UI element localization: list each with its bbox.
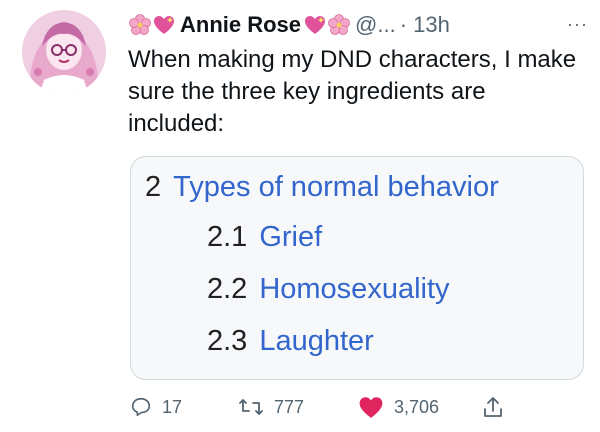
toc-subsection[interactable]: 2.1 Grief — [207, 221, 322, 254]
retweet-button[interactable]: 777 — [238, 392, 304, 422]
toc-subsection-number: 2.3 — [207, 325, 248, 357]
toc-section-link[interactable]: Types of normal behavior — [173, 171, 499, 203]
toc-subsection-link[interactable]: Grief — [259, 221, 322, 253]
tweet-header: Annie Rose @... · 13h ··· — [128, 8, 600, 42]
avatar[interactable] — [22, 10, 106, 94]
toc-subsection-link[interactable]: Laughter — [259, 325, 374, 357]
toc-section-number: 2 — [145, 171, 162, 203]
toc-subsection[interactable]: 2.2 Homosexuality — [207, 273, 450, 306]
tweet-actions: 17 777 3,706 — [130, 392, 530, 422]
share-icon — [484, 397, 502, 417]
heart-icon — [359, 397, 383, 418]
cherry-blossom-icon — [128, 13, 152, 37]
cherry-blossom-icon — [327, 13, 351, 37]
more-options-icon[interactable]: ··· — [567, 14, 588, 35]
reply-count: 17 — [162, 396, 183, 417]
toc-subsection[interactable]: 2.3 Laughter — [207, 325, 374, 358]
toc-subsection-link[interactable]: Homosexuality — [259, 273, 449, 305]
reply-button[interactable]: 17 — [130, 392, 182, 422]
reply-icon — [131, 397, 151, 417]
toc-subsection-number: 2.1 — [207, 221, 248, 253]
like-button[interactable]: 3,706 — [358, 392, 439, 422]
toc-subsection-number: 2.2 — [207, 273, 248, 305]
share-button[interactable] — [482, 392, 514, 422]
retweet-count: 777 — [274, 396, 305, 417]
author-name[interactable]: Annie Rose — [180, 12, 301, 38]
embedded-toc-card[interactable]: 2 Types of normal behavior 2.1 Grief 2.2 Ho… — [130, 156, 584, 380]
sparkling-heart-icon — [303, 13, 327, 37]
tweet-text: When making my DND characters, I make su… — [128, 46, 577, 137]
author-handle[interactable]: @... — [355, 12, 396, 38]
like-count: 3,706 — [394, 396, 440, 417]
toc-section[interactable]: 2 Types of normal behavior — [145, 171, 499, 204]
sparkling-heart-icon — [152, 13, 176, 37]
retweet-icon — [239, 399, 263, 415]
tweet-time[interactable]: · 13h — [400, 12, 450, 38]
